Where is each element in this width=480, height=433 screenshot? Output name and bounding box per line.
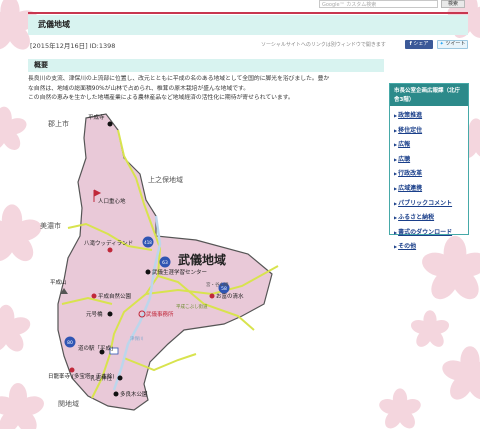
place-label: 平成自然公園 (98, 292, 132, 300)
neighbor-label: 上之保地域 (148, 175, 183, 184)
social-note: ソーシャルサイトへのリンクは別ウィンドウで開きます (261, 42, 386, 48)
place-label: 乳岩神社 (90, 374, 113, 382)
sidebar-item-pr[interactable]: 広報 (394, 138, 468, 153)
tweet-button[interactable]: ✦ ツイート (437, 40, 468, 49)
sidebar-item-policy[interactable]: 政策推進 (394, 109, 468, 124)
region-map-svg: 郡上市 上之保地域 美濃市 関地域 武儀地域 418 63 58 80 平成寺 … (40, 113, 279, 411)
sidebar-item-hearing[interactable]: 広聴 (394, 153, 468, 168)
place-label: 八滝ウッディランド (84, 239, 133, 247)
overview-line: この自然の恵みを生かした地場産業による農林産品など地域経済の活性化に期待が寄せら… (28, 95, 294, 102)
neighbor-label: 郡上市 (48, 119, 69, 128)
tweet-label: ツイート (445, 41, 466, 47)
facebook-share-button[interactable]: f シェア (405, 40, 433, 49)
place-dot (107, 247, 113, 253)
place-label: 多良木公園 (120, 390, 148, 398)
place-label: 武儀生涯学習センター (152, 268, 207, 276)
sidebar-item-public-comment[interactable]: パブリックコメント (394, 197, 468, 212)
facebook-icon: f (409, 41, 412, 47)
place-label: お富の清水 (216, 292, 244, 300)
sidebar-item-relocation[interactable]: 移住定住 (394, 124, 468, 139)
route-number: 63 (162, 260, 168, 266)
region-map: 郡上市 上之保地域 美濃市 関地域 武儀地域 418 63 58 80 平成寺 … (28, 108, 384, 429)
region-name-label: 武儀地域 (178, 252, 226, 267)
sidebar-item-reform[interactable]: 行政改革 (394, 167, 468, 182)
place-dot (145, 269, 151, 275)
sidebar-item-other[interactable]: その他 (394, 240, 468, 255)
neighbor-label: 美濃市 (40, 221, 61, 230)
route-marker-80: 80 (64, 336, 76, 348)
place-dot (117, 375, 123, 381)
overview-text: 長良川の支流、津保川の上流部に位置し、改元とともに平成の名のある地域として全国的… (28, 75, 384, 104)
search-input[interactable]: Google™ カスタム検索 (319, 0, 438, 8)
river-label: 津保川 (130, 335, 144, 342)
share-label: シェア (413, 41, 429, 47)
route-number: 418 (144, 240, 152, 245)
place-dot (107, 311, 113, 317)
place-label: 人口重心地 (98, 197, 126, 205)
page-date: [2015年12月16日] (30, 42, 88, 50)
place-dot (107, 121, 113, 127)
twitter-icon: ✦ (439, 41, 444, 47)
sidebar-heading[interactable]: 市長公室企画広報課（北庁舎3階） (390, 84, 468, 106)
road-label: 平成こぶし街道 (176, 303, 208, 310)
neighbor-label: 関地域 (58, 399, 79, 408)
sidebar-menu: 市長公室企画広報課（北庁舎3階） 政策推進 移住定住 広報 広聴 行政改革 広域… (389, 83, 469, 250)
overview-line: な自然は、地域の総面積90%が山林で占められ、椎茸の原木栽培が盛んな地域です。 (28, 85, 250, 92)
route-number: 80 (67, 340, 73, 346)
route-marker-418: 418 (142, 236, 154, 248)
page-id: ID:1398 (89, 42, 116, 50)
sidebar-item-furusato[interactable]: ふるさと納税 (394, 211, 468, 226)
place-label: 武儀事務所 (146, 310, 174, 318)
header-divider (28, 12, 468, 14)
place-label: 道の駅「平成」 (78, 344, 117, 352)
place-dot (209, 293, 215, 299)
sidebar-item-forms[interactable]: 書式のダウンロード (394, 226, 468, 241)
place-label: 平成寺 (88, 113, 105, 121)
place-dot (91, 293, 97, 299)
sidebar-item-cooperation[interactable]: 広域連携 (394, 182, 468, 197)
search-button[interactable]: 検索 (441, 0, 465, 8)
overview-line: 長良川の支流、津保川の上流部に位置し、改元とともに平成の名のある地域として全国的… (28, 76, 330, 82)
overview-heading: 概要 (28, 59, 384, 72)
route-marker-63: 63 (159, 256, 171, 268)
date-id-line: [2015年12月16日] ID:1398 (30, 40, 115, 50)
place-label: 平成山 (50, 278, 67, 286)
place-label: 元号橋 (86, 310, 103, 318)
place-dot (69, 367, 75, 373)
page-title: 武儀地域 (28, 15, 468, 35)
place-label: 宮・谷山線 (206, 281, 229, 288)
place-dot (113, 391, 119, 397)
